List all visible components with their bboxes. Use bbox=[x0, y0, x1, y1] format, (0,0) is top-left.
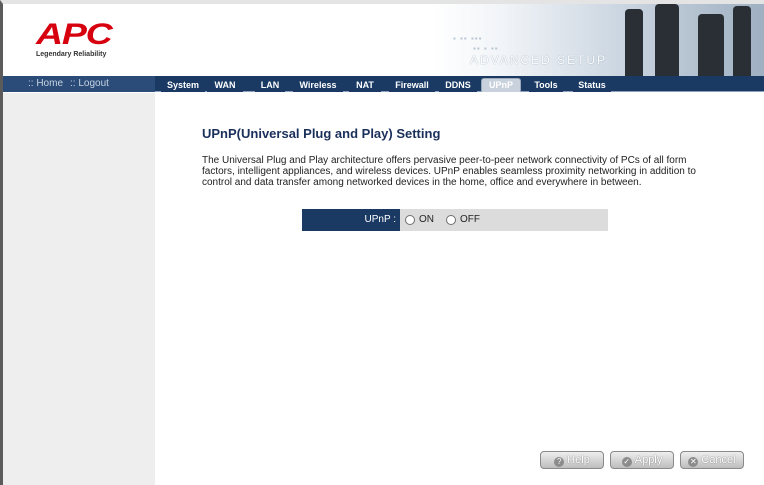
banner-dots: ▪▪ ▪ ▪▪ bbox=[473, 44, 499, 53]
upnp-off-label: OFF bbox=[460, 214, 480, 225]
upnp-options: ON OFF bbox=[400, 209, 608, 231]
banner-person bbox=[733, 6, 751, 76]
upnp-on-radio[interactable] bbox=[405, 215, 415, 225]
tab-lan[interactable]: LAN bbox=[255, 78, 285, 92]
help-button-label: Help bbox=[567, 454, 590, 466]
tab-tools[interactable]: Tools bbox=[529, 78, 563, 92]
tab-system[interactable]: System bbox=[161, 78, 205, 92]
apply-icon: ✓ bbox=[621, 457, 632, 467]
tab-nat[interactable]: NAT bbox=[349, 78, 381, 92]
banner-dots: ▪ ▪▪ ▪▪▪ bbox=[453, 34, 483, 43]
cancel-button[interactable]: ✕ Cancel bbox=[680, 451, 744, 469]
page-title: UPnP(Universal Plug and Play) Setting bbox=[202, 126, 441, 141]
sidebar bbox=[3, 93, 155, 485]
tab-firewall[interactable]: Firewall bbox=[389, 78, 435, 92]
apply-button[interactable]: ✓ Apply bbox=[610, 451, 674, 469]
cancel-button-label: Cancel bbox=[701, 454, 736, 466]
tab-upnp[interactable]: UPnP bbox=[481, 78, 521, 92]
tab-wireless[interactable]: Wireless bbox=[293, 78, 343, 92]
banner-person bbox=[625, 9, 643, 76]
logo-tagline: Legendary Reliability bbox=[36, 51, 107, 58]
logout-link[interactable]: :: Logout bbox=[70, 78, 109, 89]
nav-bar: :: Home :: Logout System WAN LAN Wireles… bbox=[3, 76, 764, 92]
tab-ddns[interactable]: DDNS bbox=[439, 78, 477, 92]
section-title: ADVANCED SETUP bbox=[470, 53, 608, 67]
logo-mark: APC bbox=[36, 18, 113, 51]
upnp-label: UPnP : bbox=[302, 209, 400, 231]
header: APC Legendary Reliability ▪ ▪▪ ▪▪▪ ▪▪ ▪ … bbox=[3, 4, 764, 76]
cancel-icon: ✕ bbox=[688, 457, 699, 467]
tab-wan[interactable]: WAN bbox=[207, 78, 243, 92]
upnp-setting-row: UPnP : ON OFF bbox=[302, 209, 608, 231]
page-description: The Universal Plug and Play architecture… bbox=[202, 155, 696, 188]
apply-button-label: Apply bbox=[634, 454, 663, 466]
apc-logo: APC Legendary Reliability bbox=[36, 20, 156, 60]
banner-person bbox=[655, 4, 679, 76]
help-icon: ? bbox=[554, 457, 565, 467]
upnp-off-radio[interactable] bbox=[446, 215, 456, 225]
home-logout-area: :: Home :: Logout bbox=[3, 76, 155, 92]
home-link[interactable]: :: Home bbox=[28, 78, 63, 89]
banner-person bbox=[698, 14, 724, 76]
help-button[interactable]: ? Help bbox=[540, 451, 604, 469]
upnp-on-label: ON bbox=[419, 214, 434, 225]
tab-status[interactable]: Status bbox=[573, 78, 611, 92]
